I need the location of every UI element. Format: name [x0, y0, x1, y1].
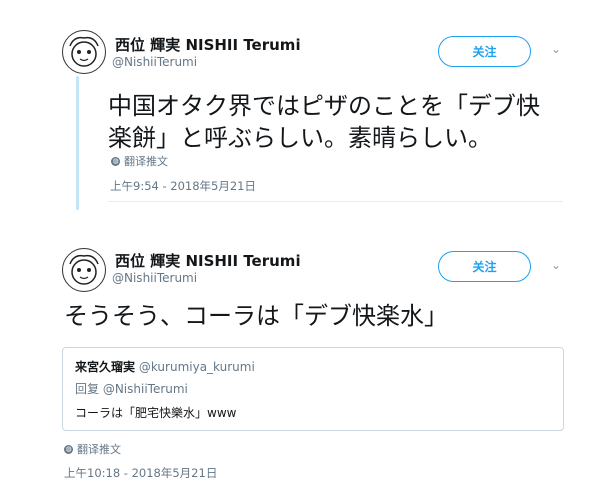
translate-link[interactable]: ◍ 翻译推文	[111, 153, 168, 169]
quote-name: 来宮久瑠実	[75, 360, 136, 374]
quote-reply-to: 回复 @NishiiTerumi	[75, 382, 188, 396]
author-name[interactable]: 西位 輝実 NISHII Terumi	[115, 34, 301, 55]
tweet-text: そうそう、コーラは「デブ快楽水」	[64, 302, 448, 330]
translate-label: 翻译推文	[77, 443, 121, 456]
chevron-down-icon[interactable]: ⌄	[551, 42, 561, 56]
author-handle[interactable]: @NishiiTerumi	[112, 271, 197, 285]
avatar-illustration-icon	[69, 36, 99, 67]
tweet-text-line: 中国オタク界ではピザのことを「デブ快	[108, 92, 540, 120]
divider	[108, 201, 563, 202]
timestamp[interactable]: 上午9:54 - 2018年5月21日	[110, 178, 256, 194]
thread-line	[76, 76, 79, 210]
quote-handle: @kurumiya_kurumi	[138, 360, 255, 374]
author-name[interactable]: 西位 輝実 NISHII Terumi	[115, 250, 301, 271]
quote-text: コーラは「肥宅快樂水」www	[75, 406, 237, 420]
globe-icon: ◍	[64, 444, 73, 454]
author-handle[interactable]: @NishiiTerumi	[112, 55, 197, 69]
follow-button[interactable]: 关注	[438, 36, 531, 67]
avatar-illustration-icon	[69, 254, 99, 285]
translate-label: 翻译推文	[124, 155, 168, 168]
translate-link[interactable]: ◍ 翻译推文	[64, 441, 121, 457]
quote-author: 来宮久瑠実 @kurumiya_kurumi	[75, 358, 255, 375]
timestamp[interactable]: 上午10:18 - 2018年5月21日	[64, 465, 217, 481]
avatar[interactable]	[62, 30, 106, 74]
tweet-text-line: 楽餅」と呼ぶらしい。素晴らしい。	[108, 124, 492, 152]
quoted-tweet[interactable]: 来宮久瑠実 @kurumiya_kurumi 回复 @NishiiTerumi …	[62, 347, 564, 431]
globe-icon: ◍	[111, 156, 120, 166]
avatar[interactable]	[62, 248, 106, 292]
follow-button[interactable]: 关注	[438, 251, 531, 282]
tweet-text: 中国オタク界ではピザのことを「デブ快 楽餅」と呼ぶらしい。素晴らしい。	[108, 90, 540, 154]
chevron-down-icon[interactable]: ⌄	[551, 258, 561, 272]
